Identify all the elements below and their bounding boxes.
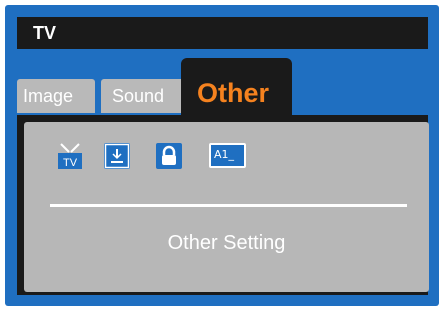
setting-label: Other Setting [167, 232, 286, 254]
tab-image[interactable]: Image [17, 79, 95, 113]
title-bar: TV [17, 17, 428, 49]
tv-icon-label: TV [63, 157, 78, 169]
tv-icon[interactable]: TV [57, 143, 83, 169]
download-icon[interactable] [104, 143, 130, 169]
lock-icon[interactable] [156, 143, 182, 169]
divider [50, 204, 407, 207]
subtitle-icon-label: A1_ [214, 148, 235, 161]
subtitle-icon[interactable]: A1_ [209, 143, 246, 168]
tab-other[interactable]: Other [181, 58, 292, 115]
tab-sound-label: Sound [112, 86, 165, 106]
tab-other-label: Other [197, 78, 270, 108]
window-title: TV [33, 23, 57, 43]
tab-image-label: Image [23, 86, 74, 106]
tab-sound[interactable]: Sound [101, 79, 184, 113]
